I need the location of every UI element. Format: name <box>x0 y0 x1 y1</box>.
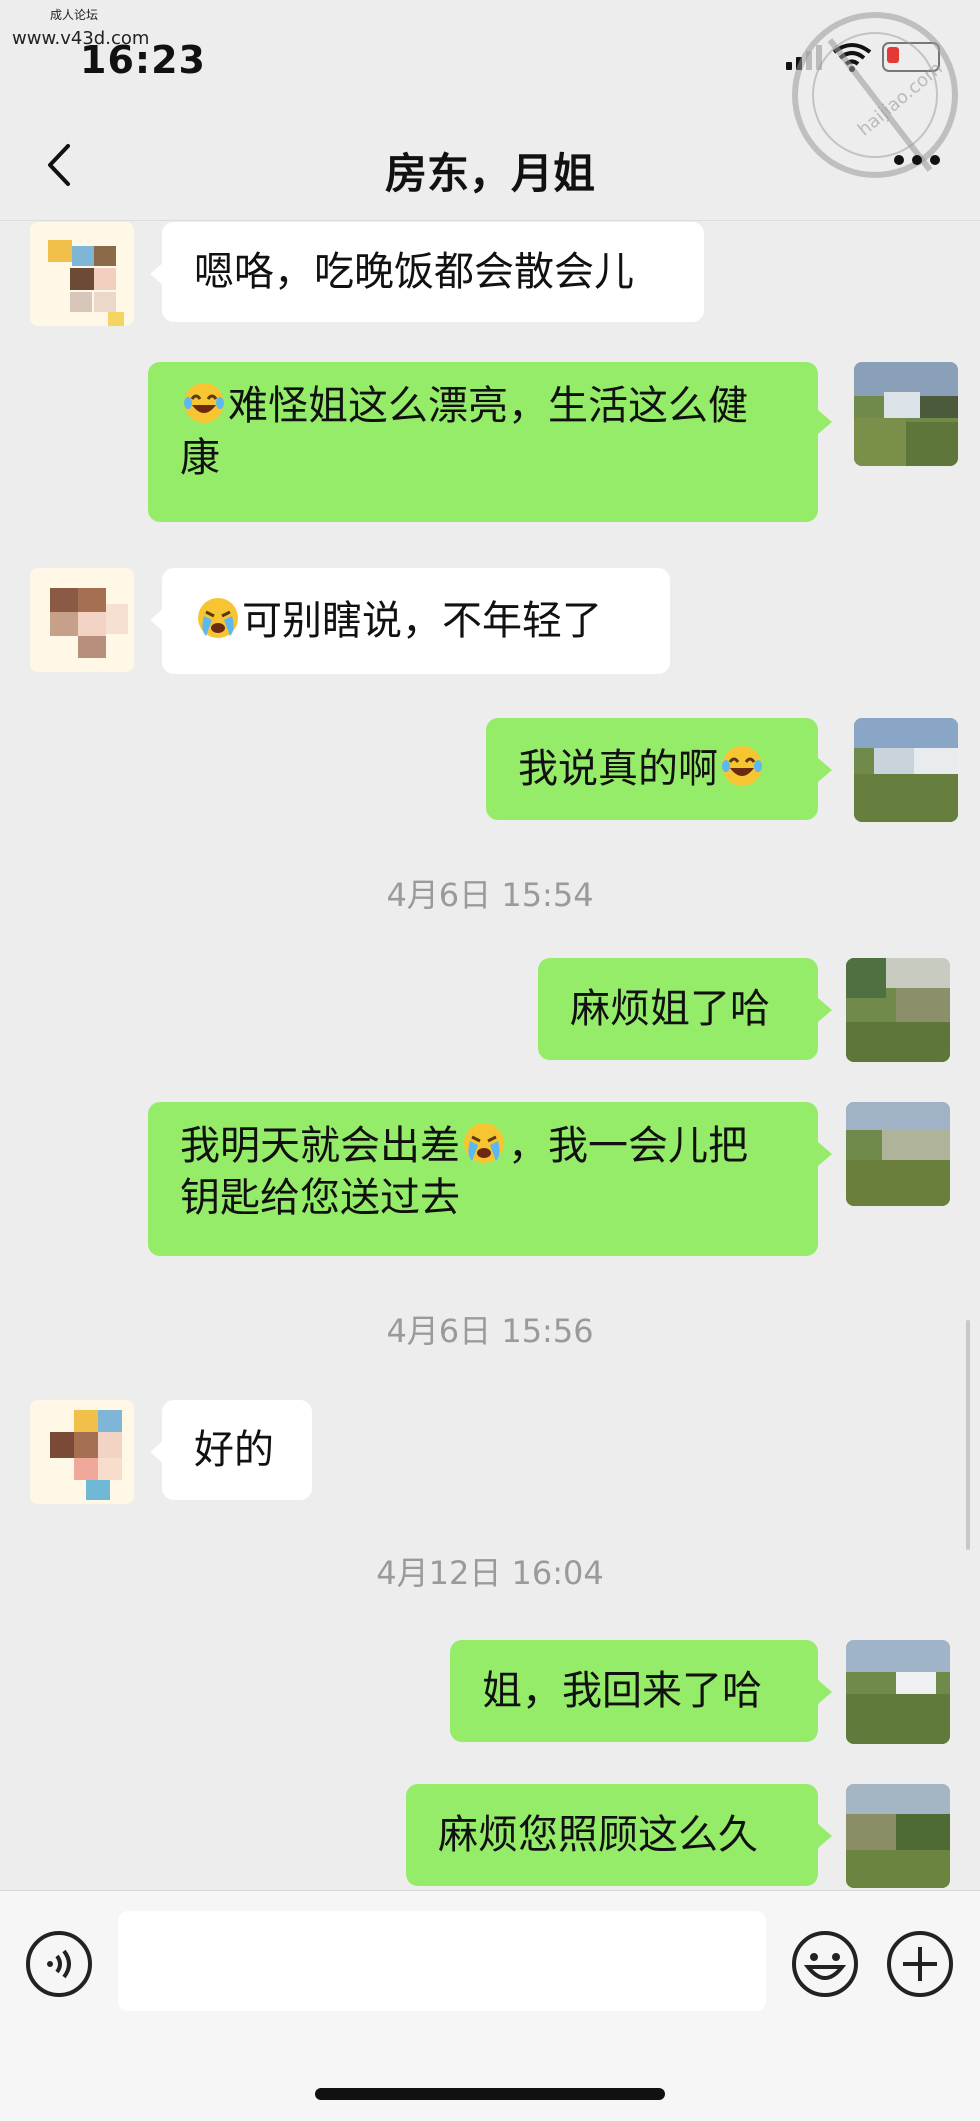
message-bubble-right[interactable]: 麻烦姐了哈 <box>538 958 818 1060</box>
message-input[interactable] <box>118 1911 766 2011</box>
message-bubble-right[interactable]: 麻烦您照顾这么久 <box>406 1784 818 1886</box>
voice-icon[interactable] <box>24 1929 94 1999</box>
message-text: 姐，我回来了哈 <box>482 1668 762 1714</box>
message-bubble-left[interactable]: 嗯咯，吃晚饭都会散会儿 <box>162 222 704 322</box>
message-text: 好的 <box>194 1427 274 1473</box>
home-indicator[interactable] <box>315 2088 665 2100</box>
crying-emoji-icon <box>464 1123 504 1163</box>
chat-input-bar <box>0 1890 980 2121</box>
my-avatar[interactable] <box>846 1102 950 1206</box>
message-text: 我明天就会出差 ，我一会儿把 钥匙给您送过去 <box>180 1123 748 1221</box>
my-avatar[interactable] <box>846 1784 950 1888</box>
contact-avatar[interactable] <box>30 568 134 672</box>
my-avatar[interactable] <box>854 362 958 466</box>
message-bubble-left[interactable]: 好的 <box>162 1400 312 1500</box>
message-text: 可别瞎说，不年轻了 <box>194 595 602 647</box>
message-bubble-right[interactable]: 我说真的啊 <box>486 718 818 820</box>
chat-timestamp: 4月12日 16:04 <box>376 1554 604 1592</box>
laughing-tears-emoji-icon <box>722 746 762 786</box>
message-text: 麻烦您照顾这么久 <box>438 1812 758 1858</box>
scroll-indicator[interactable] <box>966 1320 970 1550</box>
laughing-tears-emoji-icon <box>184 383 224 423</box>
message-bubble-right[interactable]: 姐，我回来了哈 <box>450 1640 818 1742</box>
chat-title: 房东，月姐 <box>384 149 595 198</box>
message-bubble-right[interactable]: 难怪姐这么漂亮，生活这么健 康 <box>148 362 818 522</box>
contact-avatar[interactable] <box>30 222 134 326</box>
message-text: 我说真的啊 <box>518 743 766 795</box>
my-avatar[interactable] <box>846 1640 950 1744</box>
more-icon[interactable] <box>894 155 940 165</box>
plus-icon[interactable] <box>885 1929 955 1999</box>
crying-emoji-icon <box>198 598 238 638</box>
message-bubble-right[interactable]: 我明天就会出差 ，我一会儿把 钥匙给您送过去 <box>148 1102 818 1256</box>
message-text: 麻烦姐了哈 <box>570 986 770 1032</box>
message-bubble-left[interactable]: 可别瞎说，不年轻了 <box>162 568 670 674</box>
chat-header: 房东，月姐 <box>0 110 980 221</box>
chat-timestamp: 4月6日 15:56 <box>386 1312 594 1350</box>
emoji-icon[interactable] <box>790 1929 860 1999</box>
message-text: 难怪姐这么漂亮，生活这么健 康 <box>180 383 748 481</box>
watermark-text: 成人论坛 <box>50 8 99 22</box>
message-text: 嗯咯，吃晚饭都会散会儿 <box>194 249 634 295</box>
my-avatar[interactable] <box>846 958 950 1062</box>
chat-timestamp: 4月6日 15:54 <box>386 876 594 914</box>
status-time: 16:23 <box>80 38 206 82</box>
contact-avatar[interactable] <box>30 1400 134 1504</box>
my-avatar[interactable] <box>854 718 958 822</box>
